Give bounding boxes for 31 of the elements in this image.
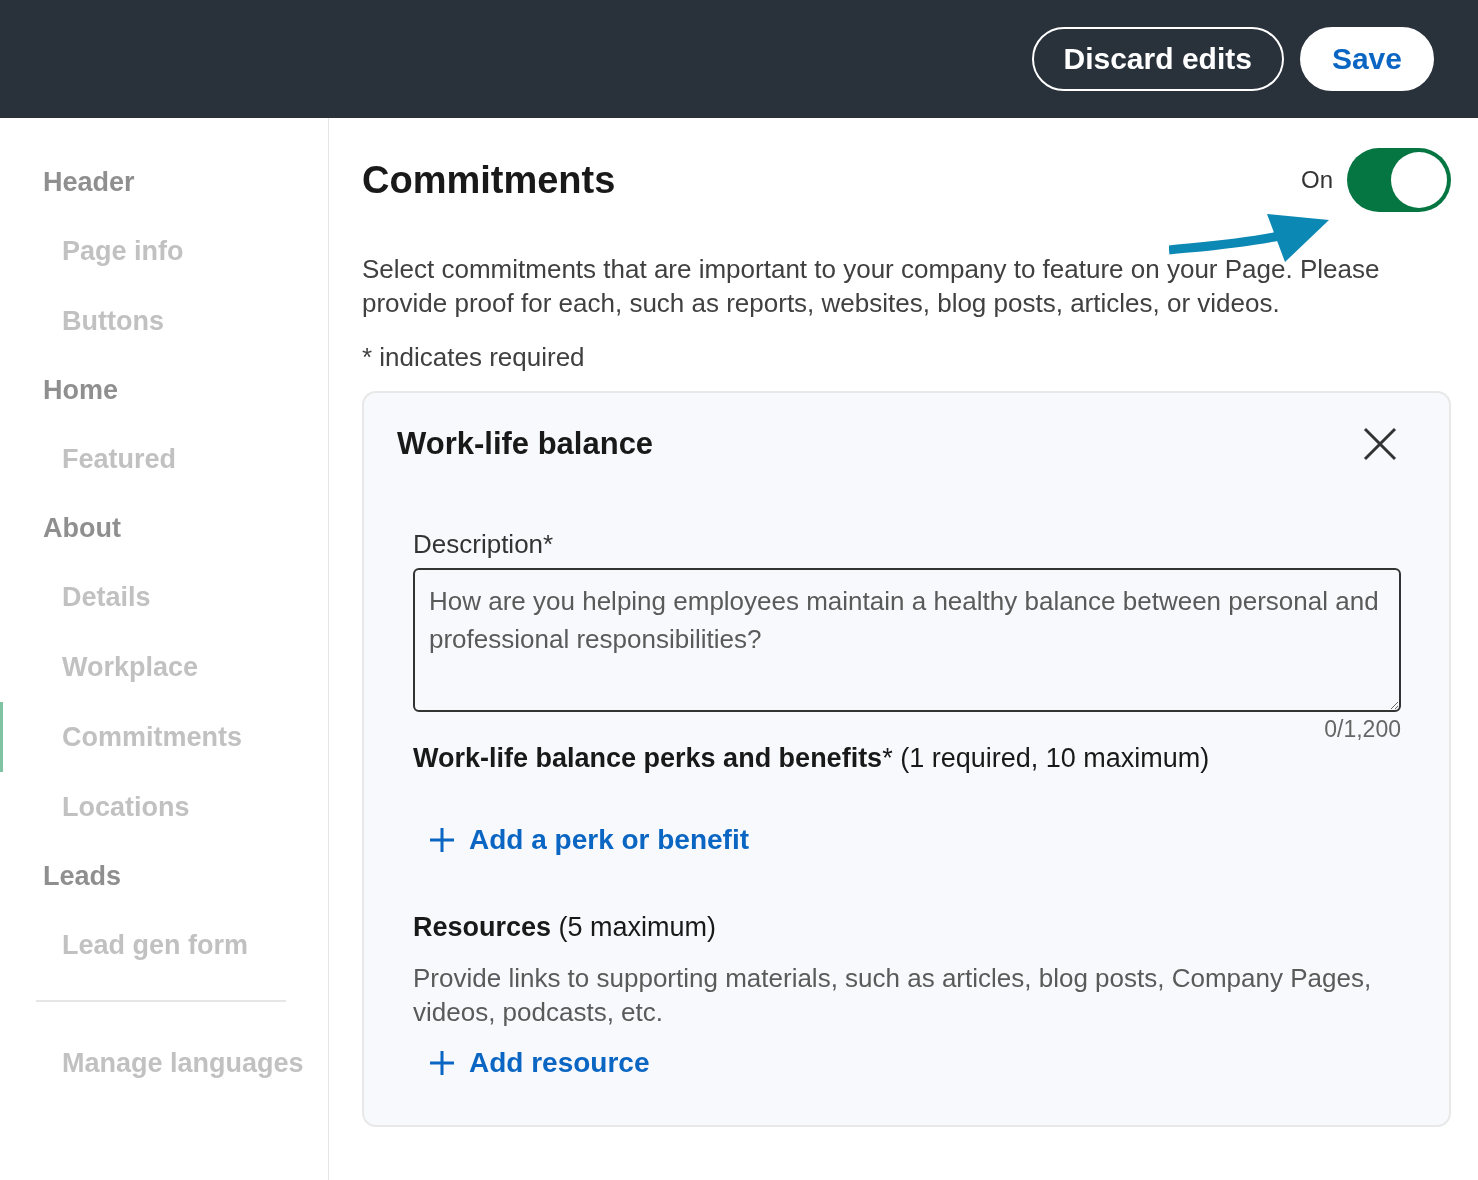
- description-field[interactable]: How are you helping employees maintain a healthy balance between personal and professional responsibilities?: [413, 568, 1401, 712]
- page-title: Commitments: [362, 158, 616, 202]
- plus-icon: [429, 1050, 455, 1076]
- plus-icon: [429, 827, 455, 853]
- sidebar-section-link[interactable]: Home: [0, 356, 328, 424]
- section-heading: Resources (5 maximum): [413, 912, 718, 943]
- sidebar-item[interactable]: Buttons: [0, 286, 328, 356]
- field-label: Description*: [413, 529, 555, 560]
- required-note: * indicates required: [362, 342, 586, 373]
- sidebar-item[interactable]: Commitments: [0, 702, 328, 772]
- add-resource-button[interactable]: Add resource: [413, 1041, 666, 1085]
- sidebar-item[interactable]: Locations: [0, 772, 328, 842]
- sidebar-item[interactable]: Manage languages: [0, 1028, 328, 1098]
- sidebar-item[interactable]: Featured: [0, 424, 328, 494]
- help-text: Provide links to supporting materials, such as articles, blog posts, Company Pages, videos, podcasts, etc.: [413, 962, 1373, 1029]
- section-heading: Work-life balance perks and benefits* (1 required, 10 maximum): [413, 743, 1211, 774]
- sidebar-item[interactable]: Workplace: [0, 632, 328, 702]
- close-icon: [1363, 427, 1397, 461]
- sidebar-item[interactable]: Page info: [0, 216, 328, 286]
- toggle-label: On: [1301, 166, 1333, 194]
- add-perk-button[interactable]: Add a perk or benefit: [413, 818, 766, 862]
- sidebar-section-link[interactable]: Leads: [0, 842, 328, 910]
- sidebar-item[interactable]: Details: [0, 562, 328, 632]
- save-button[interactable]: Save: [1299, 27, 1434, 91]
- character-counter: 0/1,200: [1324, 716, 1401, 743]
- intro-text: Select commitments that are important to your company to feature on your Page. Please provide proof for each, such as reports, websites, blog posts, articles, or videos.: [362, 253, 1381, 320]
- sidebar-section-link[interactable]: About: [0, 494, 328, 562]
- card-title: Work-life balance: [397, 426, 654, 462]
- sidebar-section-link[interactable]: Header: [0, 148, 328, 216]
- sidebar-item[interactable]: Lead gen form: [0, 910, 328, 980]
- discard-button[interactable]: Discard edits: [1031, 27, 1284, 91]
